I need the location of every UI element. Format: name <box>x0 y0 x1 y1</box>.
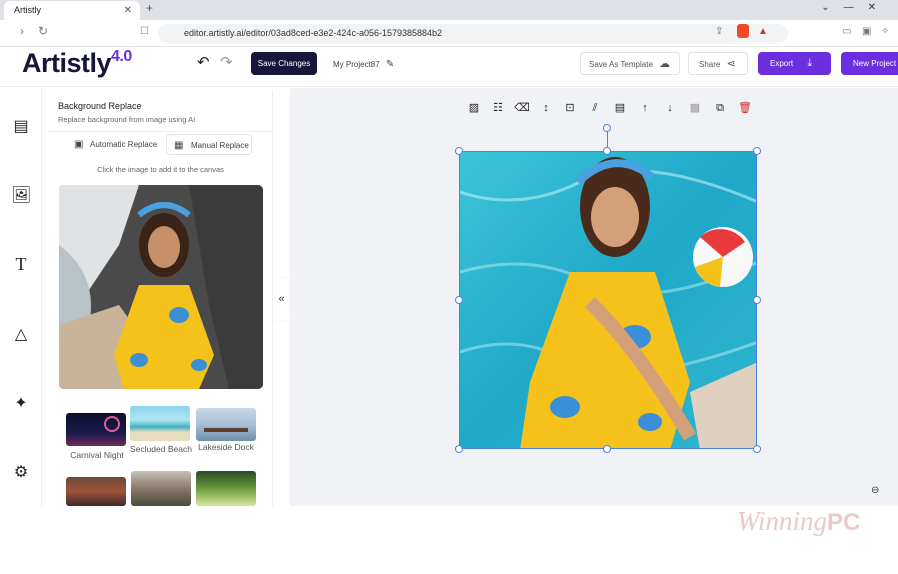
delete-icon[interactable]: 🗑 <box>737 100 753 116</box>
save-as-template-button[interactable]: Save As Template ☁ <box>580 52 680 75</box>
tab-manual-label: Manual Replace <box>191 141 249 150</box>
eraser-icon[interactable]: ⌫ <box>514 100 530 116</box>
download-icon: ⤓ <box>807 57 813 69</box>
image-icon[interactable]: 🖼 <box>11 185 31 205</box>
layout-icon[interactable]: ▤ <box>11 116 31 136</box>
save-changes-button[interactable]: Save Changes <box>251 52 317 75</box>
paint-roller-icon[interactable]: ▤ <box>612 100 628 116</box>
brave-rewards-icon[interactable]: ▲ <box>758 26 768 37</box>
thumb-label-dock: Lakeside Dock <box>198 442 254 452</box>
panel-subtitle: Replace background from image using AI <box>58 115 196 124</box>
adjust-icon[interactable]: ☷ <box>490 100 506 116</box>
resize-handle-b[interactable] <box>603 445 611 453</box>
browser-tab-bar: Artistly ✕ + ⌄—✕ <box>0 0 898 20</box>
sidebar-toggle-icon[interactable]: ▭ <box>842 26 851 37</box>
auto-image-icon: ▣ <box>74 139 84 150</box>
duplicate-icon[interactable]: ⧉ <box>712 100 728 116</box>
canvas-photo[interactable] <box>459 151 757 449</box>
undo-icon[interactable]: ↶ <box>197 53 210 71</box>
bookmark-icon[interactable]: ☐ <box>140 26 149 37</box>
thumb-village[interactable] <box>131 471 191 506</box>
browser-tab-title: Artistly <box>14 5 41 15</box>
share-page-icon[interactable]: ⇪ <box>715 26 723 37</box>
export-button[interactable]: Export ⤓ <box>758 52 831 75</box>
share-label: Share <box>699 60 721 69</box>
logo-version: 4.0 <box>111 48 132 65</box>
image-toolbar: ▨ ☷ ⌫ ↕ ⊡ ⫽ ▤ ↑ ↓ ▩ ⧉ 🗑 <box>466 100 756 116</box>
panel-title: Background Replace <box>58 101 142 111</box>
tab-manual-replace[interactable]: ▦ Manual Replace <box>166 134 252 155</box>
project-name-text: My Project87 <box>333 60 380 69</box>
text-icon[interactable]: T <box>11 254 31 274</box>
thumb-carnival-night[interactable] <box>66 413 126 446</box>
crop-vertical-icon[interactable]: ↕ <box>538 100 554 116</box>
extensions-icon[interactable]: ✧ <box>881 26 889 37</box>
address-bar[interactable]: editor.artistly.ai/editor/03ad8ced-e3e2-… <box>158 24 788 43</box>
thumb-lakeside-dock[interactable] <box>196 408 256 441</box>
brave-shield-icon[interactable] <box>737 24 749 38</box>
tool-rail: ▤ 🖼 T △ ✦ ⚙ <box>0 88 42 506</box>
tab-automatic-replace[interactable]: ▣ Automatic Replace <box>66 134 162 155</box>
ai-sparkle-icon[interactable]: ✦ <box>11 393 31 413</box>
bring-forward-icon[interactable]: ↑ <box>637 100 653 116</box>
resize-handle-bl[interactable] <box>455 445 463 453</box>
url-text: editor.artistly.ai/editor/03ad8ced-e3e2-… <box>184 28 443 38</box>
pattern-icon[interactable]: ▨ <box>466 100 482 116</box>
browser-tab[interactable]: Artistly ✕ <box>4 1 140 20</box>
collapse-panel-button[interactable]: « <box>273 278 290 320</box>
watermark-suffix: PC <box>827 509 861 536</box>
resize-handle-br[interactable] <box>753 445 761 453</box>
close-tab-icon[interactable]: ✕ <box>124 1 132 20</box>
flip-icon[interactable]: ⫽ <box>587 100 603 116</box>
send-backward-icon[interactable]: ↓ <box>662 100 678 116</box>
wallet-icon[interactable]: ▣ <box>862 26 871 37</box>
redo-icon[interactable]: ↷ <box>220 53 233 71</box>
resize-handle-r[interactable] <box>753 296 761 304</box>
panel-hint: Click the image to add it to the canvas <box>97 165 224 174</box>
watermark: WinningPC <box>737 506 860 537</box>
reload-icon[interactable]: ↻ <box>38 24 48 38</box>
rotate-handle[interactable] <box>603 124 611 132</box>
window-controls[interactable]: ⌄—✕ <box>821 2 890 13</box>
transparency-icon[interactable]: ▩ <box>687 100 703 116</box>
browser-toolbar: › ↻ ☐ editor.artistly.ai/editor/03ad8ced… <box>0 20 898 47</box>
thumb-secluded-beach[interactable] <box>130 406 190 441</box>
artistly-logo[interactable]: Artistly4.0 <box>22 48 132 79</box>
dock-shape <box>204 428 248 432</box>
crop-icon[interactable]: ⊡ <box>562 100 578 116</box>
cloud-icon: ☁ <box>659 58 671 70</box>
export-label: Export <box>770 59 794 68</box>
edit-pencil-icon[interactable]: ✎ <box>386 59 394 70</box>
new-project-button[interactable]: New Project <box>841 52 898 75</box>
panel-divider <box>48 131 273 132</box>
result-image[interactable] <box>59 185 263 389</box>
forward-icon[interactable]: › <box>20 24 24 38</box>
project-name[interactable]: My Project87 ✎ <box>333 59 394 70</box>
resize-handle-tl[interactable] <box>455 147 463 155</box>
thumb-street[interactable] <box>66 477 126 506</box>
resize-handle-l[interactable] <box>455 296 463 304</box>
thumb-forest[interactable] <box>196 471 256 506</box>
ferris-wheel-icon <box>104 416 120 432</box>
resize-handle-t[interactable] <box>603 147 611 155</box>
canvas-photo-graphic <box>460 152 756 448</box>
thumb-label-carnival: Carnival Night <box>70 450 124 460</box>
settings-gear-icon[interactable]: ⚙ <box>11 462 31 482</box>
logo-text: Artistly <box>22 48 112 78</box>
share-button[interactable]: Share ⋖ <box>688 52 748 75</box>
tab-auto-label: Automatic Replace <box>90 140 158 149</box>
background-replace-panel: Background Replace Replace background fr… <box>48 91 273 506</box>
resize-handle-tr[interactable] <box>753 147 761 155</box>
share-icon: ⋖ <box>726 58 736 70</box>
shapes-icon[interactable]: △ <box>11 324 31 344</box>
app-header: Artistly4.0 ↶ ↷ Save Changes My Project8… <box>0 47 898 87</box>
watermark-text: Winning <box>737 506 828 536</box>
result-image-graphic <box>59 185 263 389</box>
manual-icon: ▦ <box>174 140 184 151</box>
thumb-label-beach: Secluded Beach <box>130 444 192 454</box>
zoom-out-icon[interactable]: ⊖ <box>871 485 879 496</box>
save-template-label: Save As Template <box>589 60 653 69</box>
new-tab-icon[interactable]: + <box>146 1 153 15</box>
